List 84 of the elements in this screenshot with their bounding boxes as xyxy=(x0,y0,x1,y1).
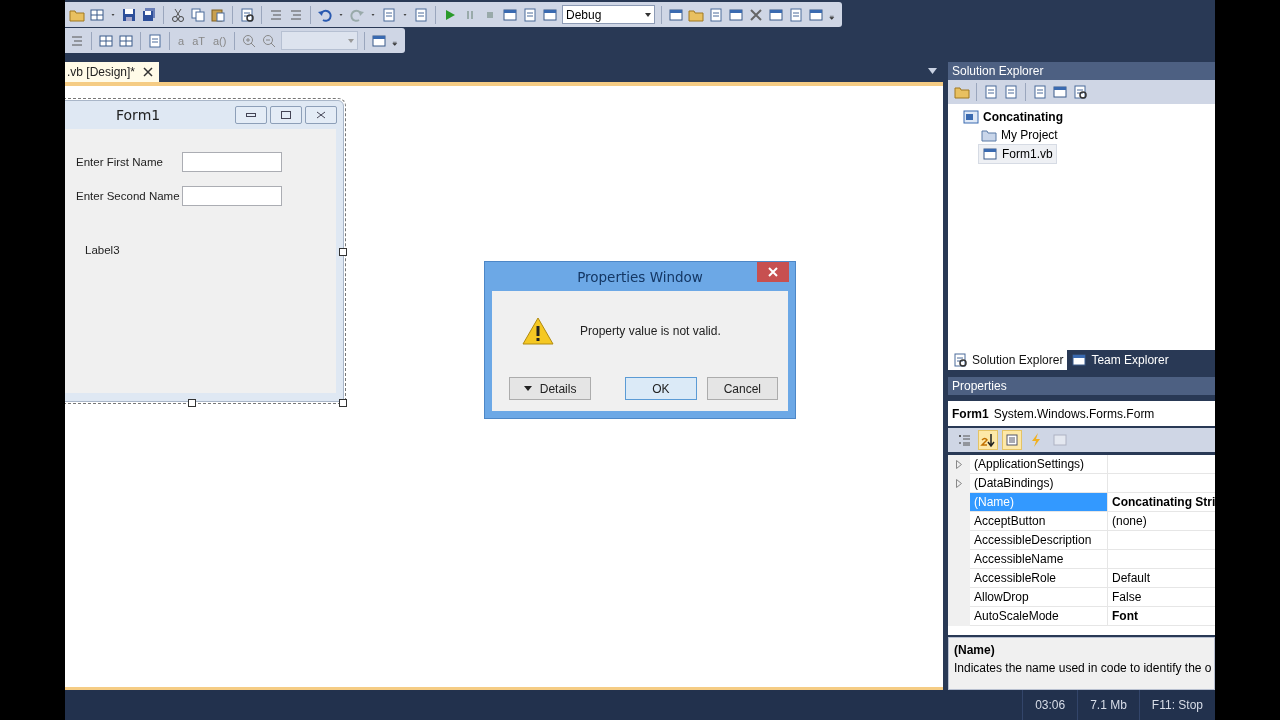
cancel-button[interactable]: Cancel xyxy=(706,377,778,400)
property-value[interactable]: False xyxy=(1112,590,1142,604)
dropdown-arrow-icon[interactable] xyxy=(644,10,652,19)
window-icon[interactable] xyxy=(502,6,518,23)
form-label: Label3 xyxy=(85,244,121,256)
status-text: F11: Stop xyxy=(1138,690,1215,720)
folder-icon[interactable] xyxy=(954,84,970,100)
save-all-icon[interactable] xyxy=(141,6,157,23)
tree-item[interactable]: Form1.vb xyxy=(978,144,1057,164)
property-name[interactable]: AccessibleDescription xyxy=(970,531,1108,550)
save-icon[interactable] xyxy=(121,6,137,23)
minimize-icon[interactable] xyxy=(246,113,256,117)
ok-button[interactable]: OK xyxy=(625,377,697,400)
document-tab[interactable]: .vb [Design]* xyxy=(65,62,160,82)
configuration-dropdown[interactable]: Debug xyxy=(562,5,655,24)
warning-icon xyxy=(522,317,554,345)
panel-title: Properties xyxy=(948,377,1215,395)
grid-icon[interactable] xyxy=(118,32,134,49)
document-icon[interactable] xyxy=(147,32,163,49)
field-label: Enter Second Name xyxy=(76,190,181,202)
property-name[interactable]: AcceptButton xyxy=(970,512,1108,531)
document-icon[interactable] xyxy=(983,84,999,100)
object-selector[interactable]: Form1 System.Windows.Forms.Form xyxy=(948,401,1215,426)
property-value[interactable]: Default xyxy=(1112,571,1151,585)
property-name[interactable]: (ApplicationSettings) xyxy=(970,455,1108,474)
panel-tab[interactable]: Solution Explorer xyxy=(948,350,1068,370)
close-icon[interactable] xyxy=(143,67,154,77)
grid-icon[interactable] xyxy=(98,32,114,49)
zoom-out-icon[interactable] xyxy=(261,32,278,49)
find-icon[interactable] xyxy=(952,352,968,368)
window-icon[interactable] xyxy=(371,32,388,49)
close-button[interactable] xyxy=(757,262,789,282)
tree-item[interactable]: My Project xyxy=(978,126,1061,144)
expand-icon[interactable] xyxy=(956,460,962,469)
property-name[interactable]: AllowDrop xyxy=(970,588,1108,607)
zoom-in-icon[interactable] xyxy=(241,32,258,49)
field-label: Enter First Name xyxy=(76,156,164,168)
window-icon[interactable] xyxy=(1052,84,1068,100)
resize-handle[interactable] xyxy=(339,248,347,256)
text-field[interactable] xyxy=(182,186,282,206)
tools-icon[interactable] xyxy=(748,6,764,23)
copy-icon[interactable] xyxy=(190,6,206,23)
description-text: Indicates the name used in code to identify the o xyxy=(954,661,1209,675)
window-icon[interactable] xyxy=(808,6,824,23)
grid-icon[interactable] xyxy=(89,6,105,23)
form-title: Form1 xyxy=(116,107,161,123)
dialog-title: Properties Window xyxy=(577,268,703,285)
resize-handle[interactable] xyxy=(188,399,196,407)
expand-icon[interactable] xyxy=(956,479,962,488)
document-icon[interactable] xyxy=(1032,84,1048,100)
find-icon[interactable] xyxy=(239,6,255,23)
scissors-icon[interactable] xyxy=(170,6,186,23)
dropdown-arrow-icon[interactable] xyxy=(928,68,937,74)
window-icon[interactable] xyxy=(728,6,744,23)
panel-title: Solution Explorer xyxy=(948,62,1215,80)
dialog-message: Property value is not valid. xyxy=(580,324,721,338)
form-window[interactable]: Form1 Enter First Name Enter Second Name Label3 xyxy=(65,100,344,402)
text-field[interactable] xyxy=(182,152,282,172)
status-text: 7.1 Mb xyxy=(1077,690,1139,720)
caret-icon[interactable] xyxy=(523,385,532,392)
maximize-icon[interactable] xyxy=(281,111,291,119)
property-name[interactable]: AccessibleRole xyxy=(970,569,1108,588)
property-value[interactable]: (none) xyxy=(1112,514,1147,528)
form-icon[interactable] xyxy=(982,146,998,162)
property-value[interactable]: Concatinating Stri xyxy=(1112,495,1215,509)
property-name[interactable]: AutoScaleMode xyxy=(970,607,1108,626)
document-icon[interactable] xyxy=(788,6,804,23)
sort-icon[interactable] xyxy=(978,430,998,450)
description-title: (Name) xyxy=(954,643,996,657)
resize-handle[interactable] xyxy=(339,399,347,407)
panel-tab[interactable]: Team Explorer xyxy=(1067,350,1173,370)
project-icon[interactable] xyxy=(963,109,979,125)
window-icon[interactable] xyxy=(542,6,558,23)
details-button[interactable]: Details xyxy=(509,377,592,400)
find-icon[interactable] xyxy=(1072,84,1088,100)
document-icon[interactable] xyxy=(708,6,724,23)
minimize-button[interactable] xyxy=(235,106,267,124)
tree-item[interactable]: Concatinating xyxy=(960,108,1215,126)
close-icon[interactable] xyxy=(316,111,326,119)
paste-icon[interactable] xyxy=(210,6,226,23)
property-name[interactable]: AccessibleName xyxy=(970,550,1108,569)
status-text: 03:06 xyxy=(1022,690,1078,720)
property-value[interactable]: Font xyxy=(1112,609,1138,623)
maximize-button[interactable] xyxy=(270,106,302,124)
